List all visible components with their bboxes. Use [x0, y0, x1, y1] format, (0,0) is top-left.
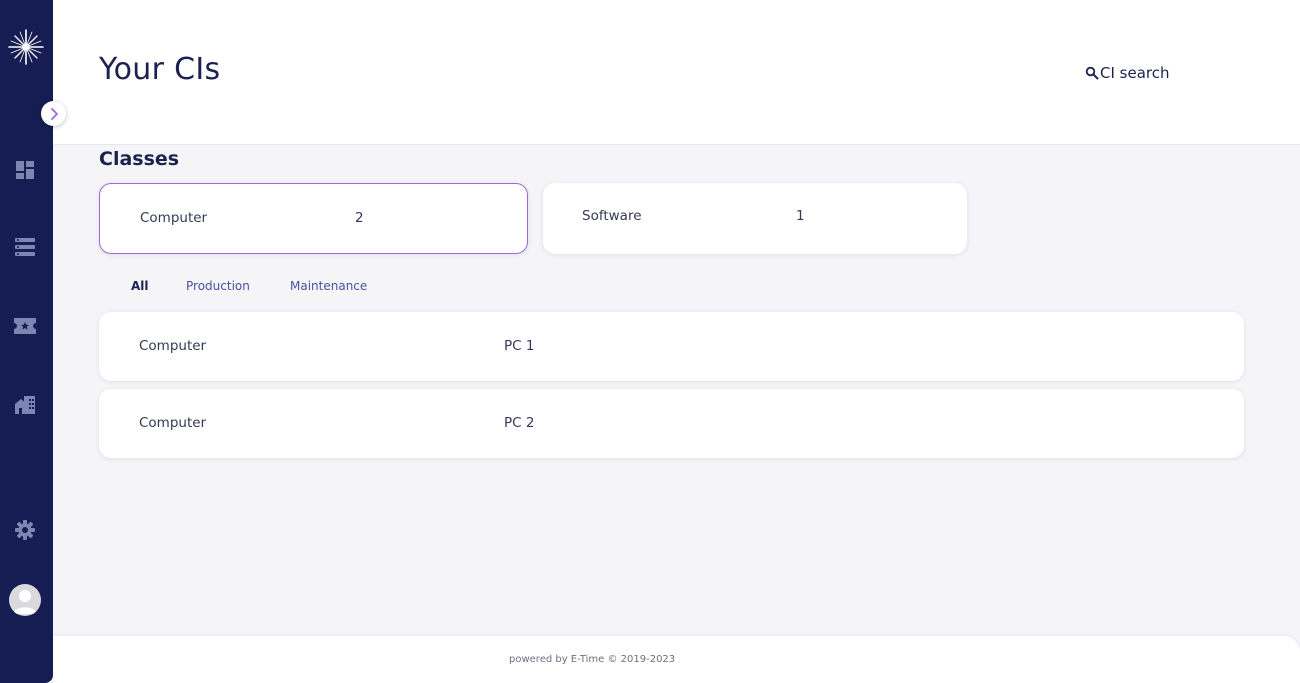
class-card-count: 1 [796, 208, 805, 224]
class-card-name: Computer [140, 210, 208, 226]
ci-name: PC 1 [504, 338, 535, 354]
tab-production[interactable]: Production [186, 279, 250, 293]
class-card-software[interactable]: Software 1 [543, 183, 967, 254]
classes-title: Classes [99, 148, 180, 170]
user-avatar-icon[interactable] [9, 584, 41, 616]
ci-class: Computer [139, 415, 207, 431]
page-header: Your CIs CI search [53, 0, 1300, 145]
ci-search-label: CI search [1100, 64, 1170, 82]
class-card-count: 2 [355, 210, 364, 226]
search-icon [1085, 66, 1099, 80]
ci-search-link[interactable]: CI search [1085, 64, 1170, 82]
buildings-icon[interactable] [14, 393, 36, 415]
footer: powered by E-Time © 2019-2023 [53, 636, 1300, 683]
sidebar [0, 0, 53, 683]
ci-class: Computer [139, 338, 207, 354]
footer-copyright: powered by E-Time © 2019-2023 [509, 654, 676, 665]
page-title: Your CIs [99, 52, 221, 87]
list-icon[interactable] [14, 236, 36, 258]
class-card-name: Software [582, 208, 642, 224]
sidebar-toggle-button[interactable] [41, 101, 66, 126]
table-row[interactable]: Computer PC 1 [99, 312, 1244, 381]
ticket-icon[interactable] [14, 315, 36, 337]
chevron-right-icon [50, 107, 58, 120]
tab-all[interactable]: All [131, 279, 149, 293]
table-row[interactable]: Computer PC 2 [99, 389, 1244, 458]
tab-maintenance[interactable]: Maintenance [290, 279, 367, 293]
ci-name: PC 2 [504, 415, 535, 431]
class-card-computer[interactable]: Computer 2 [99, 183, 528, 254]
star-logo-icon[interactable] [8, 29, 44, 65]
dashboard-icon[interactable] [14, 159, 36, 181]
gear-icon[interactable] [14, 519, 36, 541]
